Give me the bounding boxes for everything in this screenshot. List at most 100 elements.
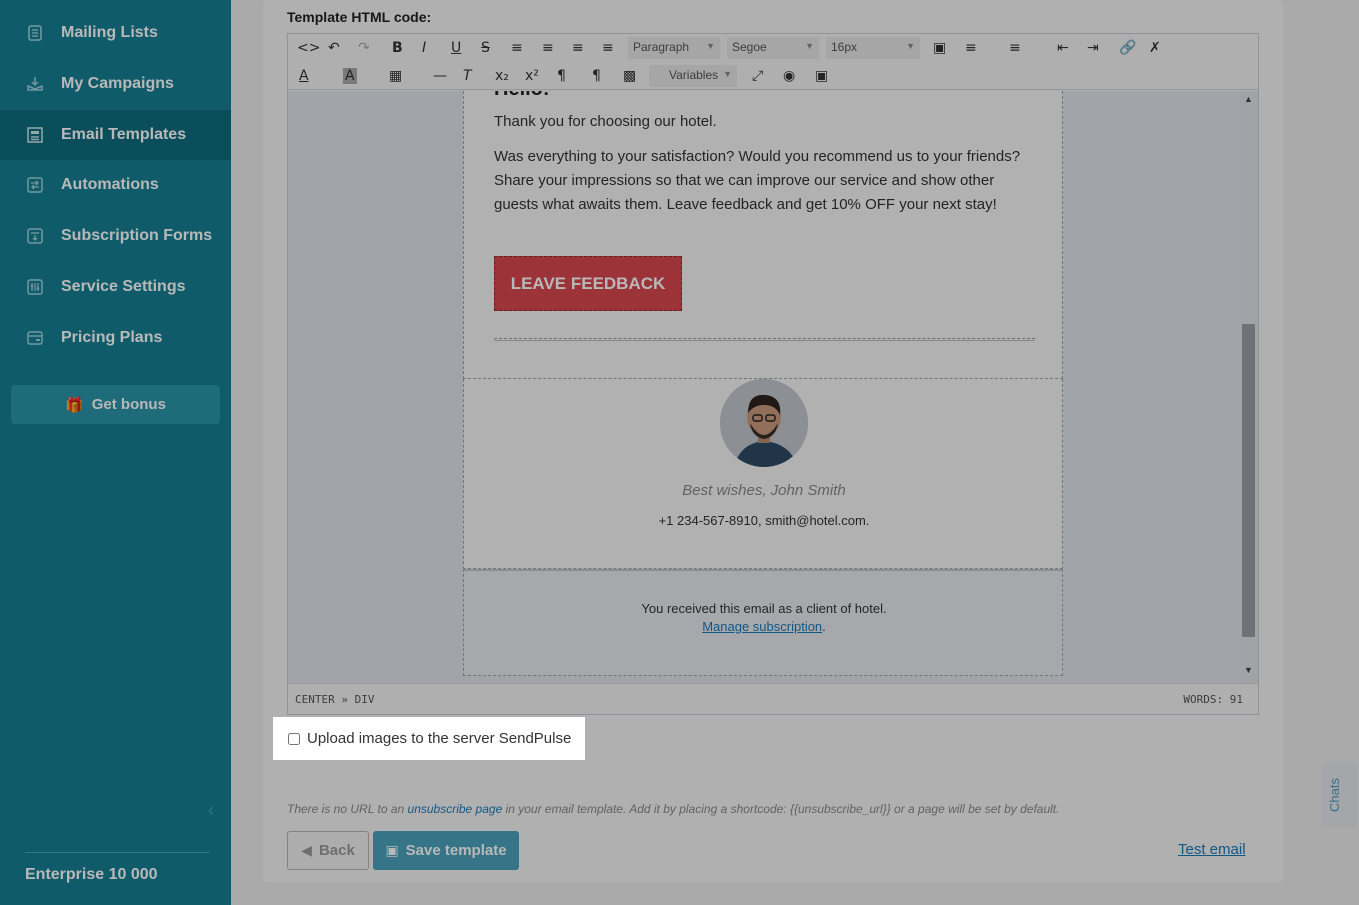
- scroll-up-icon[interactable]: ▲: [1244, 94, 1253, 104]
- font-family-value: Segoe: [732, 40, 767, 54]
- sidebar-item-my-campaigns[interactable]: My Campaigns: [0, 59, 231, 109]
- editor-statusbar: CENTER » DIV WORDS: 91: [288, 683, 1258, 714]
- chats-tab[interactable]: Chats: [1321, 762, 1357, 828]
- save-template-button[interactable]: ▣ Save template: [373, 831, 519, 870]
- avatar: [720, 379, 808, 467]
- source-code-icon[interactable]: <>: [297, 40, 320, 56]
- text-direction-icon[interactable]: ¶: [557, 68, 566, 84]
- outdent-icon[interactable]: ⇤: [1057, 40, 1069, 56]
- chats-label: Chats: [1327, 778, 1342, 812]
- sidebar-item-email-templates[interactable]: Email Templates: [0, 110, 231, 160]
- footer-period: .: [822, 619, 826, 634]
- align-right-icon[interactable]: ≡: [572, 40, 584, 56]
- sidebar-item-mailing-lists[interactable]: Mailing Lists: [0, 8, 231, 58]
- sidebar-item-service-settings[interactable]: Service Settings: [0, 262, 231, 312]
- notice-before: There is no URL to an: [287, 802, 408, 816]
- email-heading: Hello!: [494, 91, 550, 101]
- current-plan: Enterprise 10 000: [25, 866, 158, 883]
- paragraph-format-select[interactable]: Paragraph ▼: [628, 37, 720, 59]
- word-count: WORDS: 91: [1183, 693, 1243, 706]
- sidebar: Mailing Lists My Campaigns Email Templat…: [0, 0, 231, 905]
- back-button[interactable]: ◀ Back: [287, 831, 369, 870]
- sidebar-item-label: Pricing Plans: [61, 329, 163, 346]
- scroll-down-icon[interactable]: ▼: [1244, 665, 1253, 675]
- email-body-block[interactable]: Hello! Thank you for choosing our hotel.…: [463, 91, 1063, 379]
- bullet-list-icon[interactable]: ≡: [965, 40, 977, 56]
- upload-images-checkbox[interactable]: [288, 733, 300, 745]
- back-arrow-icon: ◀: [301, 842, 312, 858]
- sidebar-item-label: Mailing Lists: [61, 24, 158, 41]
- footer-link-line: Manage subscription.: [464, 619, 1064, 634]
- chevron-down-icon: ▼: [723, 69, 732, 79]
- editor-content[interactable]: Hello! Thank you for choosing our hotel.…: [288, 91, 1239, 683]
- strikethrough-icon[interactable]: S: [481, 40, 490, 56]
- horizontal-line-icon[interactable]: —: [433, 68, 447, 84]
- font-family-select[interactable]: Segoe ▼: [727, 37, 819, 59]
- signature-text: Best wishes, John Smith: [682, 482, 846, 499]
- paragraph-format-value: Paragraph: [633, 40, 690, 54]
- sidebar-item-subscription-forms[interactable]: Subscription Forms: [0, 211, 231, 261]
- element-path[interactable]: CENTER » DIV: [295, 693, 374, 706]
- upload-images-option[interactable]: Upload images to the server SendPulse: [273, 717, 585, 760]
- sidebar-item-label: Service Settings: [61, 278, 186, 295]
- align-justify-icon[interactable]: ≡: [602, 40, 614, 56]
- preview-icon[interactable]: ◉: [783, 68, 795, 84]
- scroll-thumb[interactable]: [1242, 324, 1255, 637]
- clear-format-icon[interactable]: T: [463, 68, 472, 84]
- font-size-value: 16px: [831, 40, 858, 54]
- find-icon[interactable]: ▣: [933, 40, 946, 56]
- email-signature-block[interactable]: Best wishes, John Smith +1 234-567-8910,…: [463, 379, 1063, 569]
- sidebar-divider: [25, 852, 210, 853]
- sidebar-item-label: Subscription Forms: [61, 227, 213, 244]
- sidebar-item-label: Email Templates: [61, 126, 187, 143]
- align-center-icon[interactable]: ≡: [542, 40, 554, 56]
- superscript-icon[interactable]: x²: [525, 68, 539, 84]
- email-template: Hello! Thank you for choosing our hotel.…: [463, 91, 1063, 676]
- text-color-icon[interactable]: A: [299, 68, 309, 84]
- indent-icon[interactable]: ⇥: [1087, 40, 1099, 56]
- image-icon[interactable]: ▣: [815, 68, 828, 84]
- email-body-text: Was everything to your satisfaction? Wou…: [494, 148, 1021, 213]
- background-color-icon[interactable]: A: [343, 68, 357, 84]
- redo-icon[interactable]: ↷: [358, 40, 370, 56]
- sidebar-item-label: Automations: [61, 176, 159, 193]
- get-bonus-button[interactable]: 🎁 Get bonus: [11, 385, 220, 424]
- variables-select[interactable]: Variables ▼: [649, 65, 737, 87]
- chevron-down-icon: ▼: [805, 41, 814, 51]
- notice-after: in your email template. Add it by placin…: [502, 802, 1060, 816]
- numbered-list-icon[interactable]: ≡: [1009, 40, 1021, 56]
- test-email-link[interactable]: Test email: [1178, 841, 1246, 858]
- sidebar-item-pricing-plans[interactable]: Pricing Plans: [0, 313, 231, 363]
- italic-icon[interactable]: I: [422, 40, 426, 56]
- template-block-icon[interactable]: ▩: [623, 68, 636, 84]
- save-label: Save template: [405, 842, 507, 859]
- link-icon[interactable]: 🔗: [1119, 40, 1136, 56]
- email-footer-block[interactable]: You received this email as a client of h…: [463, 569, 1063, 676]
- subscript-icon[interactable]: x₂: [495, 68, 509, 84]
- editor-scrollbar[interactable]: ▲ ▼: [1239, 91, 1258, 683]
- chevron-down-icon: ▼: [706, 41, 715, 51]
- form-icon: [26, 227, 44, 245]
- get-bonus-label: Get bonus: [91, 396, 166, 413]
- chevron-down-icon: ▼: [906, 41, 915, 51]
- undo-icon[interactable]: ↶: [328, 40, 340, 56]
- manage-subscription-link[interactable]: Manage subscription: [702, 619, 822, 634]
- underline-icon[interactable]: U: [451, 40, 461, 56]
- table-icon[interactable]: ▦: [389, 68, 402, 84]
- unlink-icon[interactable]: ✗: [1149, 40, 1161, 56]
- gift-icon: 🎁: [65, 396, 84, 414]
- align-left-icon[interactable]: ≡: [511, 40, 523, 56]
- variables-value: Variables: [669, 68, 719, 82]
- template-icon: [26, 126, 44, 144]
- upload-images-label: Upload images to the server SendPulse: [307, 730, 572, 747]
- leave-feedback-button[interactable]: LEAVE FEEDBACK: [494, 256, 682, 311]
- font-size-select[interactable]: 16px ▼: [826, 37, 920, 59]
- collapse-sidebar-icon[interactable]: ‹: [208, 800, 214, 821]
- fullscreen-icon[interactable]: ⤢: [752, 68, 763, 84]
- pricing-icon: [26, 329, 44, 347]
- sidebar-item-automations[interactable]: Automations: [0, 160, 231, 210]
- bold-icon[interactable]: B: [392, 40, 403, 56]
- contact-text: +1 234-567-8910, smith@hotel.com.: [658, 513, 870, 528]
- unsubscribe-page-link[interactable]: unsubscribe page: [408, 802, 503, 816]
- paragraph-mark-icon[interactable]: ¶: [592, 68, 601, 84]
